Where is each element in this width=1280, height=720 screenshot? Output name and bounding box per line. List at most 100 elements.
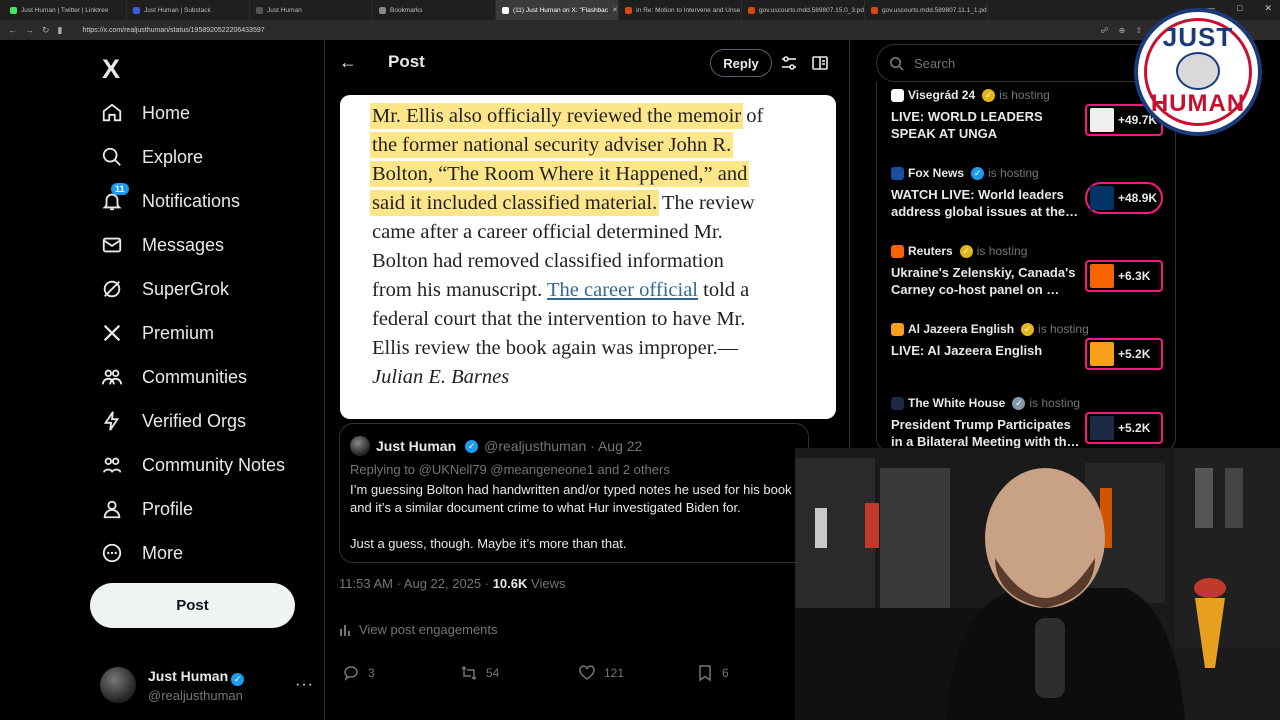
reload-icon[interactable]: ↻ [42, 25, 50, 36]
host-name: The White House [908, 396, 1006, 410]
main-column: ← Post Reply Mr. Ellis also officially r… [324, 40, 850, 720]
article-text: said it included classified material. [372, 192, 658, 214]
tab-label: gov.uscourts.mdd.589807.15.0_3.pdf [759, 6, 865, 14]
quote-author-name: Just Human [376, 438, 457, 454]
nav-item-explore[interactable]: Explore [100, 137, 203, 177]
like-action[interactable]: 121 [578, 664, 696, 682]
post-button[interactable]: Post [90, 583, 295, 628]
url-field[interactable]: https://x.com/realjusthuman/status/19589… [82, 23, 1093, 37]
reply-count: 3 [368, 666, 375, 680]
post-meta: 11:53 AM · Aug 22, 2025 · 10.6K Views [339, 576, 565, 591]
tab-favicon-icon [133, 6, 140, 14]
live-broadcasts-panel: Visegrád 24 ✓ is hosting LIVE: WORLD LEADER… [876, 82, 1176, 452]
nav-item-profile[interactable]: Profile [100, 489, 193, 529]
article-line: the former national security adviser Joh… [372, 131, 836, 160]
nav-item-community-notes[interactable]: Community Notes [100, 445, 285, 485]
browser-tab[interactable]: Just Human [250, 0, 373, 20]
reply-action[interactable]: 3 [342, 664, 460, 682]
host-avatar-icon [891, 166, 904, 180]
listener-count-badge[interactable]: +5.2K [1085, 412, 1163, 444]
nav-item-communities[interactable]: Communities [100, 357, 247, 397]
lightning-icon [100, 409, 124, 433]
nav-item-label: Profile [142, 498, 194, 519]
browser-tab[interactable]: Just Human | Substack [127, 0, 250, 20]
quote-text: I’m guessing Bolton had handwritten and/… [350, 482, 792, 551]
live-broadcast-item[interactable]: Al Jazeera English ✓ is hosting LIVE: Al Ja… [891, 322, 1171, 370]
reply-button[interactable]: Reply [710, 49, 772, 77]
browser-tab[interactable]: gov.uscourts.mdd.589807.11.1_1.pdf [865, 0, 988, 20]
listener-count-badge[interactable]: +5.2K [1085, 338, 1163, 370]
more-options-icon[interactable]: ··· [295, 676, 314, 694]
quote-handle-date: @realjusthuman · Aug 22 [484, 438, 643, 454]
account-switcher[interactable]: Just Human ✓ @realjusthuman ··· [100, 660, 314, 710]
host-name: Al Jazeera English [908, 322, 1015, 336]
home-icon [100, 101, 124, 125]
zoom-icon[interactable]: ⊕ [1119, 26, 1126, 35]
nav-item-messages[interactable]: Messages [100, 225, 224, 265]
live-broadcast-item[interactable]: Reuters ✓ is hosting Ukraine's Zelenskiy, C… [891, 244, 1171, 298]
back-icon[interactable]: ← [339, 52, 357, 73]
tab-label: (11) Just Human on X: "Flashbac [513, 6, 609, 14]
view-engagements-link[interactable]: View post engagements [339, 622, 498, 637]
browser-tab[interactable]: Bookmarks [373, 0, 496, 20]
browser-tab[interactable]: gov.uscourts.mdd.589807.15.0_3.pdf [742, 0, 865, 20]
nav-item-premium[interactable]: Premium [100, 313, 214, 353]
nav-item-label: Notifications [142, 190, 241, 211]
webcam-video [795, 448, 1280, 720]
host-avatar-icon [891, 88, 904, 102]
nav-item-notifications[interactable]: 11 Notifications [100, 181, 240, 221]
listener-count-badge[interactable]: +48.9K [1085, 182, 1163, 214]
article-link[interactable]: The career official [547, 279, 698, 301]
back-arrow-icon[interactable]: ← [8, 25, 17, 35]
verified-badge-icon: ✓ [1012, 396, 1026, 410]
live-broadcast-item[interactable]: Fox News ✓ is hosting WATCH LIVE: World lea… [891, 166, 1171, 220]
tab-close-icon[interactable]: ✕ [612, 6, 618, 14]
tab-favicon-icon [256, 6, 263, 14]
browser-tab-bar: Just Human | Twitter | Linktree Just Huma… [0, 0, 1280, 20]
tab-label: In Re: Motion to Intervene and Unse [636, 6, 741, 14]
live-broadcast-item[interactable]: Visegrád 24 ✓ is hosting LIVE: WORLD LEADER… [891, 88, 1171, 142]
just-human-logo: JUST HUMAN [1134, 8, 1262, 136]
forward-arrow-icon[interactable]: → [25, 25, 34, 35]
browser-tab[interactable]: In Re: Motion to Intervene and Unse [619, 0, 742, 20]
post-actions: 3 54 121 6 [342, 664, 814, 682]
nav-item-supergrok[interactable]: SuperGrok [100, 269, 229, 309]
listener-count-badge[interactable]: +6.3K [1085, 260, 1163, 292]
nav-item-label: Verified Orgs [142, 410, 247, 431]
article-line: federal court that the intervention to h… [372, 305, 836, 334]
close-window-icon[interactable]: ✕ [1264, 3, 1272, 14]
tab-favicon-icon [502, 6, 509, 14]
post-time: 11:53 AM · Aug 22, 2025 · [339, 576, 493, 591]
shield-icon[interactable]: ☍ [1101, 26, 1109, 35]
hosting-label: is hosting [1038, 322, 1089, 336]
notes-icon [100, 453, 124, 477]
live-broadcast-item[interactable]: The White House ✓ is hosting President Trum… [891, 396, 1171, 450]
broadcast-title: LIVE: WORLD LEADERS SPEAK AT UNGA [891, 109, 1043, 141]
nav-item-label: Home [142, 102, 191, 123]
browser-tab[interactable]: (11) Just Human on X: "Flashbac ✕ [496, 0, 619, 20]
search-input[interactable] [914, 55, 1134, 71]
filter-icon[interactable] [780, 54, 798, 72]
hosting-label: is hosting [988, 166, 1039, 180]
nav-item-home[interactable]: Home [100, 93, 190, 133]
quoted-post[interactable]: Just Human ✓ @realjusthuman · Aug 22 Rep… [339, 423, 809, 563]
broadcast-thumbnail [1090, 416, 1114, 440]
nav-item-label: Explore [142, 146, 204, 167]
views-count: 10.6K [492, 576, 528, 591]
search-box[interactable] [876, 44, 1176, 82]
x-logo-icon[interactable]: X [102, 54, 120, 85]
browser-tab[interactable]: Just Human | Twitter | Linktree [4, 0, 127, 20]
bookmark-page-icon[interactable]: ▮ [58, 25, 63, 36]
nav-item-verified-orgs[interactable]: Verified Orgs [100, 401, 246, 441]
repost-action[interactable]: 54 [460, 664, 578, 682]
logo-text-top: JUST [1162, 22, 1234, 52]
heart-icon [579, 665, 595, 680]
reader-mode-icon[interactable] [811, 54, 829, 72]
nav-item-more[interactable]: More [100, 533, 183, 573]
maximize-icon[interactable]: □ [1237, 3, 1242, 14]
nav-item-label: Community Notes [142, 454, 286, 475]
browser-address-bar: ← → ↻ ▮ https://x.com/realjusthuman/stat… [0, 20, 1280, 40]
nav-item-label: Communities [142, 366, 248, 387]
avatar [100, 667, 136, 703]
article-line: Julian E. Barnes [372, 363, 836, 392]
